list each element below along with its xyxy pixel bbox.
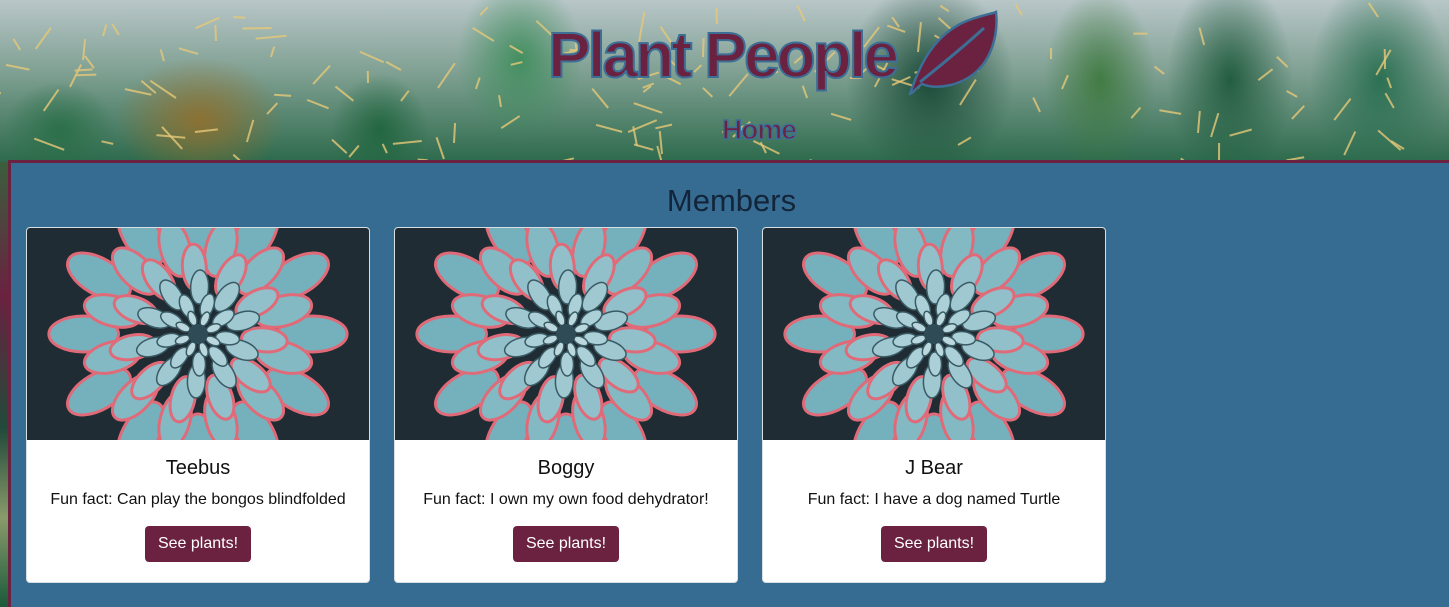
see-plants-button[interactable]: See plants!	[880, 526, 988, 562]
cactus-spine	[75, 74, 97, 77]
cactus-spine	[214, 25, 218, 42]
cactus-spine	[498, 94, 502, 107]
member-card: Boggy Fun fact: I own my own food dehydr…	[394, 227, 738, 583]
cactus-spine	[1333, 97, 1352, 121]
cactus-spine	[1386, 77, 1393, 89]
cactus-spine	[654, 123, 673, 130]
succulent-image	[763, 228, 1105, 440]
cactus-spine	[124, 88, 151, 96]
cactus-spine	[957, 136, 972, 147]
cactus-spine	[1130, 106, 1142, 120]
cactus-spine	[830, 112, 852, 121]
cactus-spine	[392, 139, 422, 145]
cactus-spine	[84, 55, 95, 70]
nav-home-link[interactable]: Home	[721, 113, 797, 146]
cactus-spine	[1197, 111, 1201, 134]
member-name: J Bear	[905, 457, 963, 479]
cactus-spine	[1276, 55, 1289, 68]
cactus-spine	[334, 85, 354, 102]
cactus-spine	[102, 24, 108, 37]
cactus-spine	[471, 26, 495, 42]
cactus-spine	[331, 138, 348, 154]
cactus-spine	[1257, 68, 1274, 82]
cactus-spine	[1229, 128, 1253, 137]
cactus-spine	[101, 140, 114, 145]
cactus-spine	[5, 64, 30, 71]
member-name: Teebus	[165, 457, 231, 479]
cactus-spine	[243, 27, 272, 30]
see-plants-button[interactable]: See plants!	[144, 526, 252, 562]
succulent-image	[27, 228, 369, 440]
cactus-spine	[256, 34, 287, 40]
cactus-spine	[359, 50, 385, 63]
cactus-spine	[348, 145, 361, 159]
cactus-spine	[312, 65, 331, 85]
leaf-icon	[908, 10, 998, 96]
cactus-spine	[633, 102, 663, 114]
cactus-spine	[178, 46, 199, 55]
cactus-spine	[246, 120, 255, 143]
cactus-spine	[1385, 93, 1396, 110]
cactus-spine	[1210, 112, 1220, 138]
succulent-image	[395, 228, 737, 440]
page-title: Members	[666, 183, 797, 218]
cactus-spine	[1132, 33, 1147, 36]
cactus-spine	[367, 71, 370, 84]
cactus-spine	[1343, 131, 1357, 156]
cactus-spine	[400, 89, 411, 102]
cactus-spine	[266, 102, 279, 115]
cactus-spine	[274, 93, 292, 98]
cactus-spine	[1014, 3, 1023, 16]
cactus-spine	[0, 91, 2, 95]
cactus-spine	[1159, 109, 1182, 115]
cactus-spine	[479, 6, 489, 17]
cactus-spine	[1377, 129, 1402, 152]
cactus-spine	[596, 124, 623, 133]
logo-text: Plant People	[547, 19, 900, 91]
cactus-spine	[35, 27, 53, 50]
cactus-spine	[382, 143, 389, 155]
cactus-spine	[270, 45, 276, 57]
cactus-spine	[1367, 2, 1379, 18]
see-plants-button[interactable]: See plants!	[512, 526, 620, 562]
site-logo[interactable]: Plant People	[547, 10, 1000, 100]
cactus-spine	[233, 15, 246, 19]
cactus-spine	[111, 22, 121, 36]
cactus-spine	[195, 127, 219, 133]
cactus-spine	[149, 79, 177, 99]
member-fun-fact: Fun fact: I have a dog named Turtle	[807, 491, 1061, 508]
cactus-spine	[1032, 96, 1041, 113]
cactus-spine	[385, 60, 402, 71]
member-fun-fact: Fun fact: Can play the bongos blindfolde…	[50, 491, 346, 508]
cactus-spine	[13, 38, 22, 50]
member-card: J Bear Fun fact: I have a dog named Turt…	[762, 227, 1106, 583]
cactus-spine	[500, 114, 521, 129]
cactus-spine	[510, 60, 523, 66]
cactus-spine	[437, 62, 456, 89]
cactus-spine	[0, 153, 8, 162]
member-name: Boggy	[537, 457, 595, 479]
cactus-spine	[633, 143, 654, 151]
cactus-spine	[435, 137, 445, 160]
cactus-spine	[1198, 27, 1205, 45]
cactus-spine	[33, 137, 64, 151]
member-fun-fact: Fun fact: I own my own food dehydrator!	[423, 491, 709, 508]
cactus-spine	[452, 122, 456, 143]
cactus-spine	[475, 76, 481, 89]
cactus-spine	[509, 44, 524, 54]
cactus-spine	[42, 88, 59, 111]
cactus-spine	[307, 98, 330, 110]
cactus-spine	[1061, 74, 1070, 90]
members-panel: Members Teebus Fun fact: Can play the bo…	[8, 160, 1449, 607]
cactus-spine	[74, 68, 93, 72]
member-card: Teebus Fun fact: Can play the bongos bli…	[26, 227, 370, 583]
cactus-spine	[1285, 90, 1298, 98]
cactus-spine	[1290, 104, 1305, 120]
cactus-spine	[1154, 65, 1165, 75]
cactus-spine	[1050, 47, 1053, 59]
site-header: Plant People Home	[0, 0, 1449, 162]
cactus-spine	[159, 49, 166, 62]
